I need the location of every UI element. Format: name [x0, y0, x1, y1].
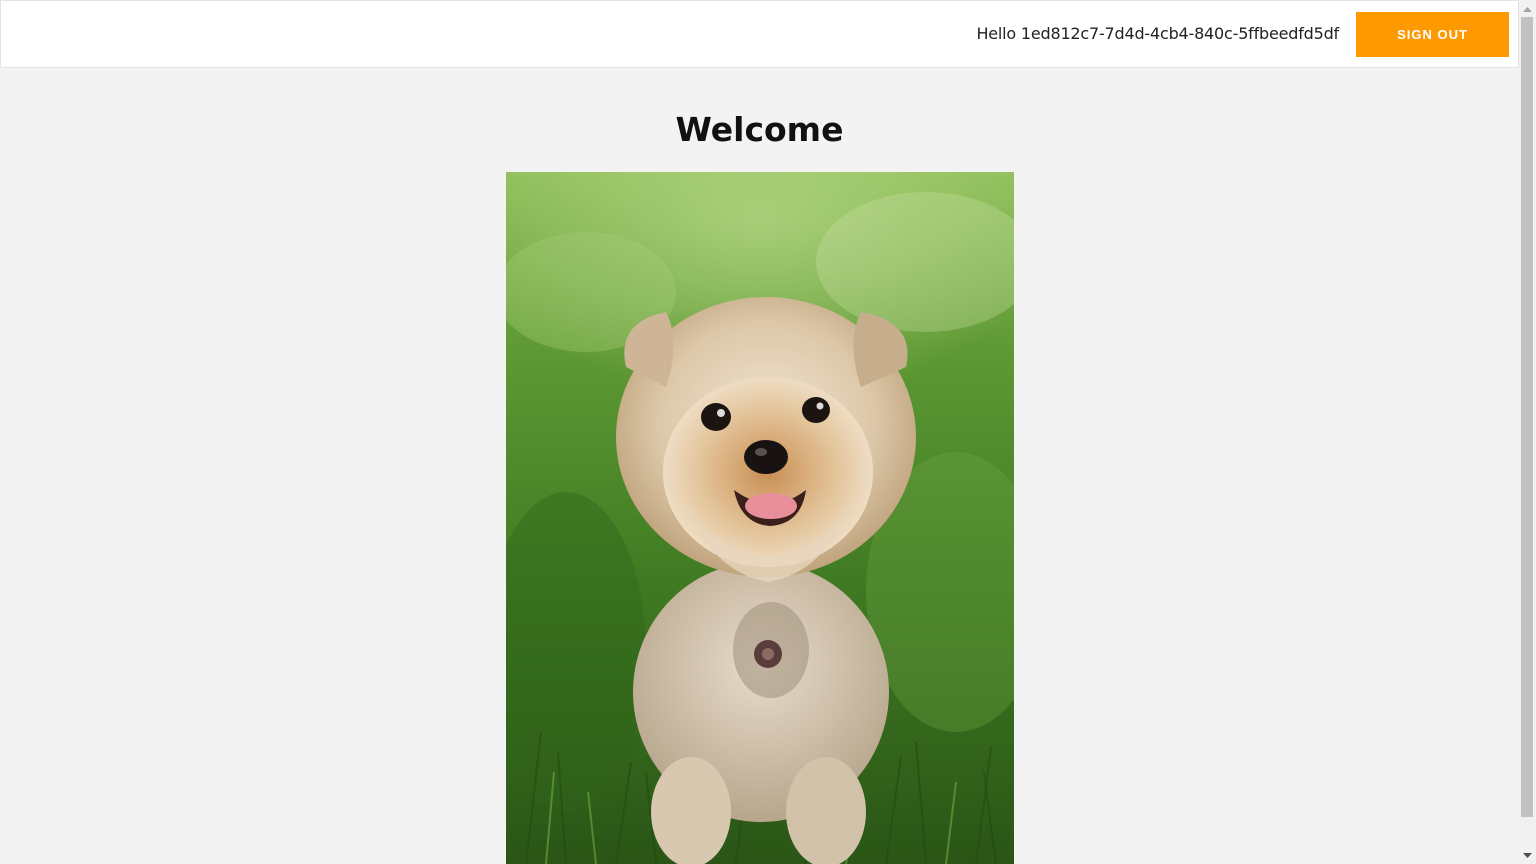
- chevron-down-icon[interactable]: [1519, 847, 1536, 864]
- vertical-scrollbar[interactable]: [1519, 0, 1536, 864]
- sign-out-button[interactable]: SIGN OUT: [1356, 12, 1509, 57]
- top-bar: Hello 1ed812c7-7d4d-4cb4-840c-5ffbeedfd5…: [0, 0, 1519, 68]
- page: Hello 1ed812c7-7d4d-4cb4-840c-5ffbeedfd5…: [0, 0, 1519, 864]
- page-title: Welcome: [675, 110, 844, 149]
- chevron-up-icon[interactable]: [1519, 0, 1536, 17]
- scrollbar-thumb[interactable]: [1521, 17, 1533, 817]
- dog-photo: [506, 172, 1014, 864]
- user-greeting: Hello 1ed812c7-7d4d-4cb4-840c-5ffbeedfd5…: [976, 24, 1339, 43]
